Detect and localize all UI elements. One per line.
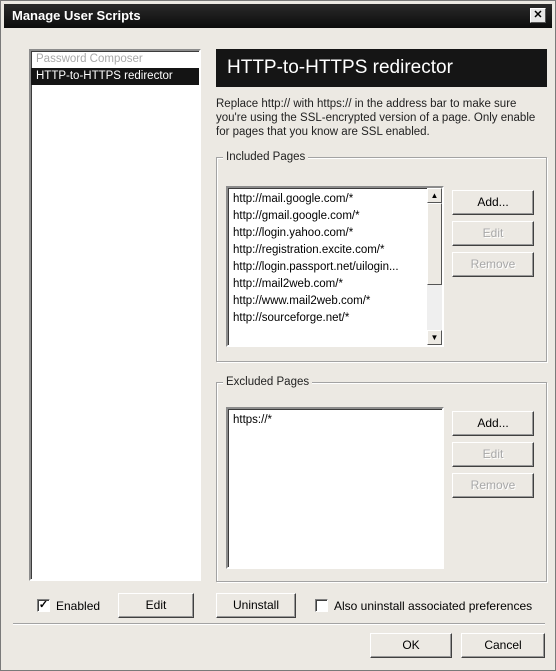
- uninstall-button[interactable]: Uninstall: [216, 593, 296, 618]
- list-item[interactable]: http://www.mail2web.com/*: [228, 293, 442, 310]
- list-item[interactable]: http://gmail.google.com/*: [228, 208, 442, 225]
- footer-divider: [13, 623, 545, 625]
- enabled-label: Enabled: [56, 599, 101, 613]
- scroll-thumb[interactable]: [427, 203, 442, 285]
- included-pages-group: Included Pages http://mail.google.com/* …: [216, 150, 547, 362]
- check-icon: ✓: [38, 599, 49, 611]
- scroll-down-icon[interactable]: ▼: [427, 330, 442, 345]
- script-title-header: HTTP-to-HTTPS redirector: [216, 49, 547, 87]
- included-pages-legend: Included Pages: [223, 150, 309, 164]
- included-remove-button[interactable]: Remove: [452, 252, 534, 277]
- script-description: Replace http:// with https:// in the add…: [216, 98, 536, 138]
- included-pages-list[interactable]: http://mail.google.com/* http://gmail.go…: [226, 186, 444, 347]
- ok-button[interactable]: OK: [370, 633, 452, 658]
- included-pages-scrollbar[interactable]: ▲ ▼: [427, 188, 442, 345]
- script-item-http-to-https-redirector[interactable]: HTTP-to-HTTPS redirector: [31, 68, 199, 85]
- included-add-button[interactable]: Add...: [452, 190, 534, 215]
- cancel-button[interactable]: Cancel: [461, 633, 545, 658]
- close-icon[interactable]: ✕: [530, 8, 546, 23]
- excluded-edit-button[interactable]: Edit: [452, 442, 534, 467]
- list-item[interactable]: https://*: [228, 412, 442, 429]
- script-item-password-composer[interactable]: Password Composer: [31, 51, 199, 68]
- excluded-pages-legend: Excluded Pages: [223, 375, 313, 389]
- list-item[interactable]: http://login.passport.net/uilogin...: [228, 259, 442, 276]
- excluded-remove-button[interactable]: Remove: [452, 473, 534, 498]
- list-item[interactable]: http://mail.google.com/*: [228, 191, 442, 208]
- also-uninstall-checkbox[interactable]: [315, 599, 328, 612]
- also-uninstall-label: Also uninstall associated preferences: [334, 599, 533, 613]
- list-item[interactable]: http://login.yahoo.com/*: [228, 225, 442, 242]
- list-item[interactable]: http://registration.excite.com/*: [228, 242, 442, 259]
- list-item[interactable]: http://mail2web.com/*: [228, 276, 442, 293]
- enabled-checkbox[interactable]: ✓: [37, 599, 50, 612]
- title-bar: Manage User Scripts ✕: [4, 4, 552, 28]
- edit-script-button[interactable]: Edit: [118, 593, 194, 618]
- list-item[interactable]: http://sourceforge.net/*: [228, 310, 442, 327]
- manage-user-scripts-dialog: Manage User Scripts ✕ Password Composer …: [0, 0, 556, 671]
- excluded-pages-group: Excluded Pages https://* Add... Edit Rem…: [216, 375, 547, 582]
- included-edit-button[interactable]: Edit: [452, 221, 534, 246]
- excluded-pages-list[interactable]: https://*: [226, 407, 444, 569]
- script-list[interactable]: Password Composer HTTP-to-HTTPS redirect…: [29, 49, 201, 581]
- window-title: Manage User Scripts: [12, 8, 141, 23]
- excluded-add-button[interactable]: Add...: [452, 411, 534, 436]
- scroll-up-icon[interactable]: ▲: [427, 188, 442, 203]
